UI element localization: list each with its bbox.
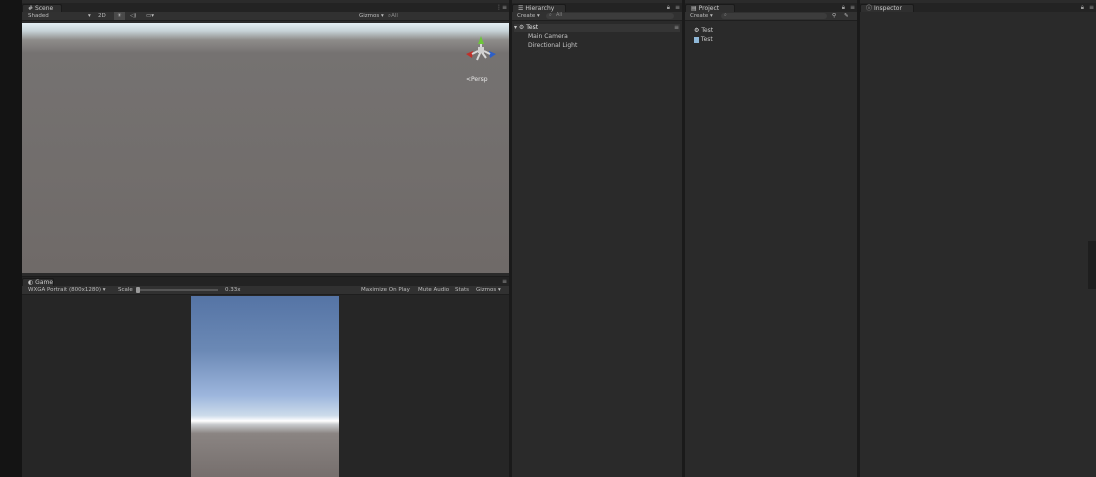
project-toolbar: Create ▾ ⌕ ⚲ ✎ [685, 12, 857, 21]
project-item-script[interactable]: Test [694, 36, 713, 44]
stats-button[interactable]: Stats [455, 286, 469, 294]
gizmos-dropdown[interactable]: Gizmos ▾ [476, 286, 501, 294]
scene-tab-label: Scene [34, 5, 54, 12]
scene-tabbar: # Scene ⋮≡ [22, 3, 509, 12]
scene-root-label: Test [526, 24, 539, 31]
gizmos-label: Gizmos [359, 13, 380, 19]
hierarchy-tab-icon: ☰ [518, 5, 524, 12]
inspector-tabbar: ⓘ Inspector 🔒︎ ≡ [860, 3, 1096, 12]
inspector-panel: ⓘ Inspector 🔒︎ ≡ [860, 3, 1096, 477]
scene-tab-icon: # [28, 5, 34, 12]
tab-hierarchy[interactable]: ☰ Hierarchy [512, 4, 566, 12]
game-gizmos-label: Gizmos [476, 287, 497, 293]
lighting-toggle-icon[interactable]: ☀ [114, 12, 125, 20]
project-item-label: Test [701, 27, 714, 34]
tab-scene[interactable]: # Scene [22, 4, 62, 12]
hierarchy-search-placeholder: All [556, 12, 563, 18]
scale-slider-handle[interactable] [136, 287, 140, 293]
hierarchy-toolbar: Create ▾ ⌕ All [512, 12, 682, 21]
script-file-icon [694, 36, 699, 43]
search-icon: ⌕ [549, 12, 552, 18]
scene-search-placeholder: All [391, 13, 398, 19]
hierarchy-tabbar: ☰ Hierarchy 🔒︎ ≡ [512, 3, 682, 12]
scale-label: Scale [118, 287, 133, 293]
project-create-label: Create [690, 13, 709, 19]
panel-menu-icon[interactable]: ⋮≡ [496, 4, 507, 12]
scene-root-item[interactable]: ▾ ⚙ Test [514, 24, 680, 32]
project-tab-icon: ▤ [691, 5, 697, 12]
hierarchy-item-main-camera[interactable]: Main Camera [528, 33, 568, 41]
project-item-scene[interactable]: ⚙ Test [694, 27, 713, 35]
gizmos-dropdown[interactable]: Gizmos ▾ [359, 12, 384, 20]
tab-game[interactable]: ◐ Game [22, 278, 54, 286]
hierarchy-search-input[interactable]: ⌕ All [546, 12, 674, 19]
project-tabbar: ▤ Project 🔒︎ ≡ [685, 3, 857, 12]
panel-menu-icon[interactable]: ≡ [675, 4, 680, 12]
info-icon: ⓘ [866, 5, 873, 12]
inspector-scrollbar-thumb[interactable] [1088, 241, 1096, 289]
resolution-label: WXGA Portrait (800x1280) [28, 287, 101, 293]
hierarchy-item-label: Main Camera [528, 33, 568, 40]
search-icon: ⌕ [724, 12, 727, 18]
scene-search-field[interactable]: ⌕All [388, 12, 398, 20]
mode-2d-button[interactable]: 2D [98, 12, 106, 20]
project-item-label: Test [700, 36, 713, 43]
hierarchy-item-directional-light[interactable]: Directional Light [528, 42, 577, 50]
game-viewport[interactable] [191, 296, 339, 477]
lock-icon[interactable]: 🔒︎ [667, 4, 670, 12]
perspective-label[interactable]: <Persp [466, 76, 488, 83]
scale-slider[interactable] [136, 289, 218, 291]
panel-menu-icon[interactable]: ≡ [1089, 4, 1094, 12]
project-tab-label: Project [698, 5, 720, 12]
unity-scene-icon: ⚙ [518, 24, 525, 31]
game-tab-label: Game [35, 279, 54, 286]
scene-toolbar: Shaded ▾ 2D ☀ ◁) ▭▾ Gizmos ▾ ⌕All [22, 12, 509, 21]
project-create-dropdown[interactable]: Create ▾ [690, 12, 713, 20]
hierarchy-create-dropdown[interactable]: Create ▾ [517, 12, 540, 20]
tab-inspector[interactable]: ⓘ Inspector [860, 4, 914, 12]
game-toolbar: WXGA Portrait (800x1280) ▾ Scale 0.33x M… [22, 286, 509, 295]
inspector-tab-label: Inspector [873, 5, 902, 12]
audio-toggle-icon[interactable]: ◁) [130, 12, 136, 20]
hierarchy-item-label: Directional Light [528, 42, 578, 49]
panel-menu-icon[interactable]: ≡ [850, 4, 855, 12]
project-search-input[interactable]: ⌕ [721, 12, 827, 19]
project-panel: ▤ Project 🔒︎ ≡ Create ▾ ⌕ ⚲ ✎ ⚙ Test Tes… [685, 3, 857, 477]
scene-orientation-gizmo[interactable] [463, 34, 503, 68]
shading-dropdown-arrow-icon: ▾ [88, 13, 91, 19]
scene-options-icon[interactable]: ≡ [674, 24, 679, 32]
hierarchy-panel: ☰ Hierarchy 🔒︎ ≡ Create ▾ ⌕ All ▾ ⚙ Test… [512, 3, 682, 477]
scene-viewport[interactable] [22, 23, 509, 273]
effects-toggle-icon[interactable]: ▭▾ [146, 12, 154, 20]
mute-audio-button[interactable]: Mute Audio [418, 286, 449, 294]
axis-gizmo-icon [466, 36, 496, 61]
unity-scene-icon: ⚙ [694, 27, 700, 34]
hierarchy-create-label: Create [517, 13, 536, 19]
scale-value: 0.33x [225, 287, 241, 293]
shading-mode-dropdown[interactable]: Shaded [28, 12, 49, 20]
game-tab-icon: ◐ [28, 279, 34, 286]
game-panel-menu-icon[interactable]: ≡ [502, 278, 507, 286]
tab-project[interactable]: ▤ Project [685, 4, 735, 12]
game-tabbar: ◐ Game ≡ [22, 277, 509, 286]
filter-by-label-icon[interactable]: ✎ [844, 12, 849, 20]
filter-by-type-icon[interactable]: ⚲ [832, 12, 836, 20]
lock-icon[interactable]: 🔒︎ [1081, 4, 1084, 12]
maximize-on-play-button[interactable]: Maximize On Play [361, 286, 410, 294]
resolution-dropdown[interactable]: WXGA Portrait (800x1280) ▾ [28, 286, 106, 294]
lock-icon[interactable]: 🔒︎ [842, 4, 845, 12]
hierarchy-tab-label: Hierarchy [525, 5, 555, 12]
left-margin [0, 0, 22, 477]
